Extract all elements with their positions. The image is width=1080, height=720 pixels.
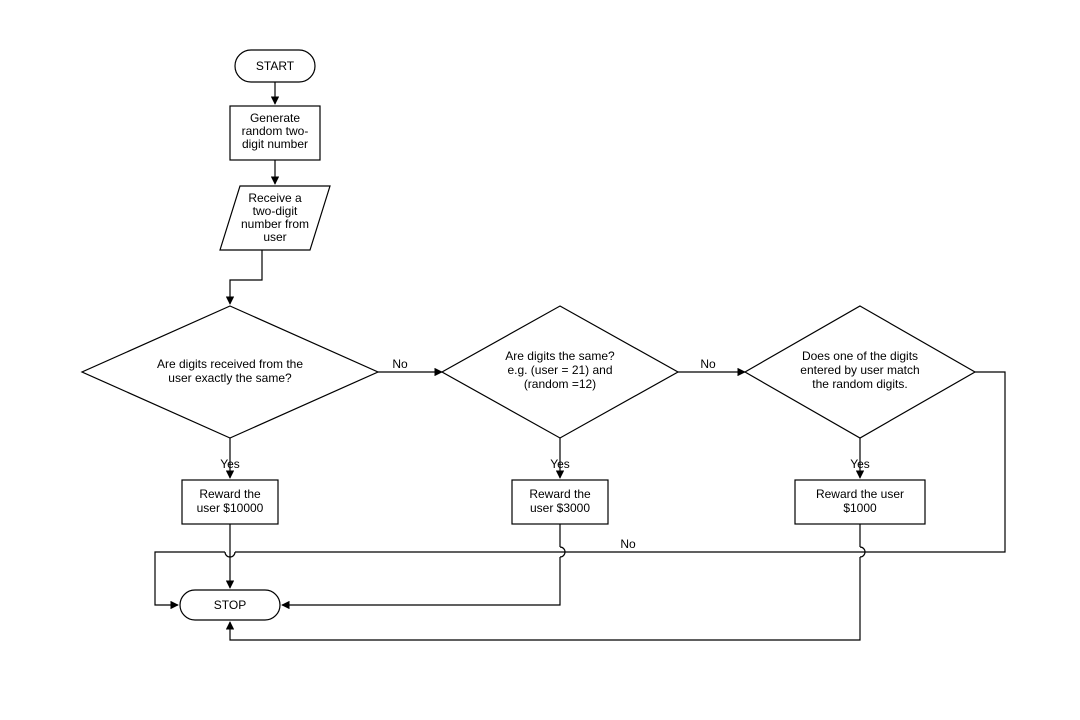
stop-label: STOP xyxy=(214,598,246,612)
r3-line1: Reward the user xyxy=(816,487,904,501)
generate-line1: Generate xyxy=(250,111,300,125)
d3-line1: Does one of the digits xyxy=(802,349,918,363)
edge-r2-to-stop-b xyxy=(282,557,560,605)
flowchart-canvas: START Generate random two- digit number … xyxy=(0,0,1080,720)
d1-line1: Are digits received from the xyxy=(157,357,303,371)
r2-line1: Reward the xyxy=(529,487,591,501)
d3-no-label: No xyxy=(620,537,636,551)
d2-no-label: No xyxy=(700,357,716,371)
receive-line2: two-digit xyxy=(253,204,298,218)
r1-line1: Reward the xyxy=(199,487,261,501)
start-label: START xyxy=(256,59,295,73)
receive-line4: user xyxy=(263,230,286,244)
d2-line1: Are digits the same? xyxy=(505,349,615,363)
generate-line3: digit number xyxy=(242,137,308,151)
d1-no-label: No xyxy=(392,357,408,371)
d2-yes-label: Yes xyxy=(550,457,570,471)
generate-line2: random two- xyxy=(242,124,309,138)
edge-r3-to-stop-b xyxy=(230,557,860,640)
d2-line2: e.g. (user = 21) and xyxy=(507,363,612,377)
d1-yes-label: Yes xyxy=(220,457,240,471)
r3-line2: $1000 xyxy=(843,501,877,515)
receive-line1: Receive a xyxy=(248,191,302,205)
d3-line2: entered by user match xyxy=(800,363,919,377)
d3-yes-label: Yes xyxy=(850,457,870,471)
r1-line2: user $10000 xyxy=(197,501,264,515)
edge-receive-to-d1 xyxy=(230,250,262,304)
d3-line3: the random digits. xyxy=(812,377,907,391)
receive-line3: number from xyxy=(241,217,309,231)
d1-line2: user exactly the same? xyxy=(168,371,292,385)
r2-line2: user $3000 xyxy=(530,501,590,515)
d2-line3: (random =12) xyxy=(524,377,596,391)
